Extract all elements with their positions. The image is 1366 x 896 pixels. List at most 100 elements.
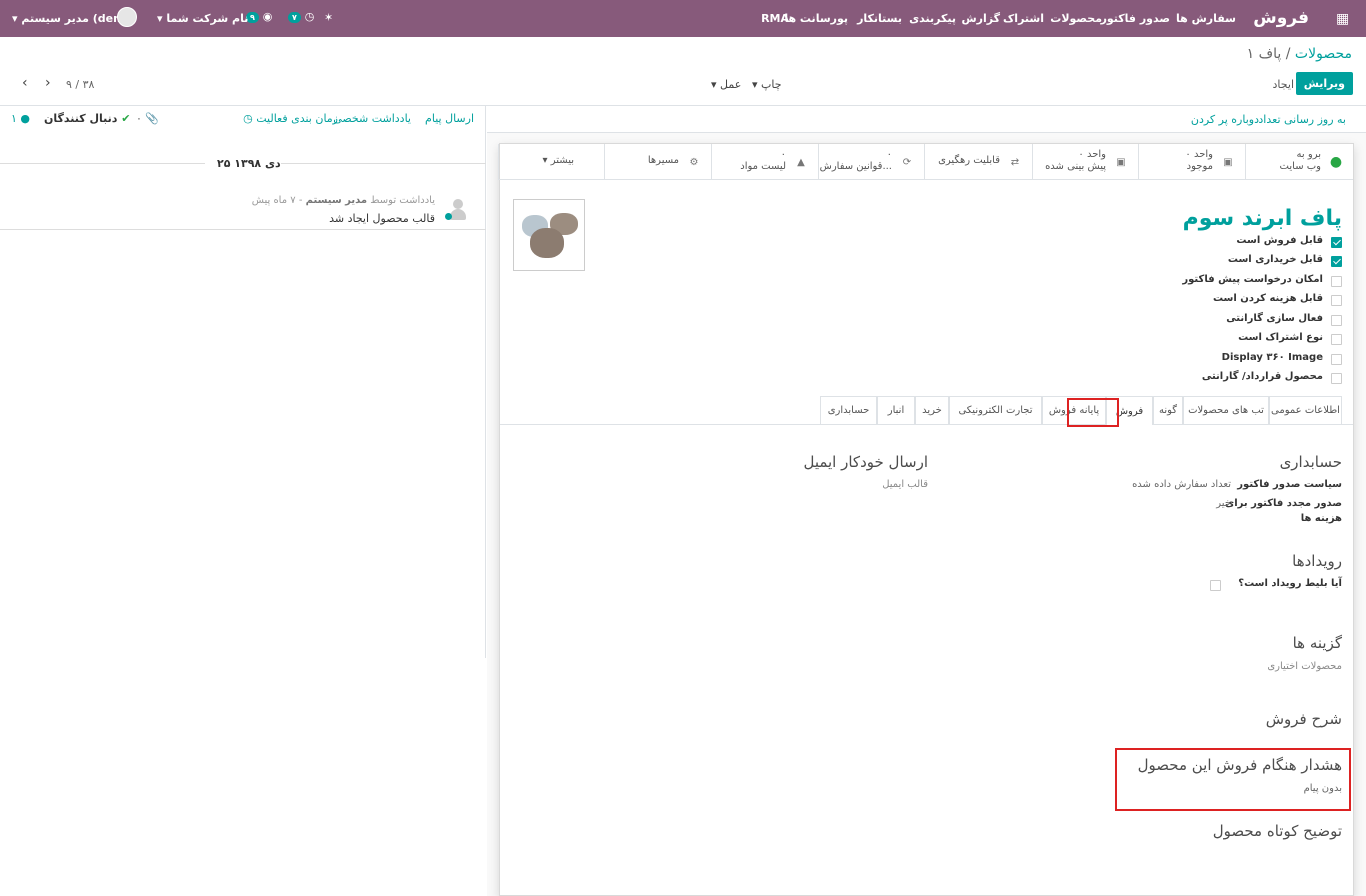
message-time: - ۷ ماه پیش — [251, 195, 303, 206]
menu-invoicing[interactable]: صدور فاکتور — [1101, 12, 1170, 25]
invoice-policy-value[interactable]: تعداد سفارش داده شده — [1132, 479, 1231, 490]
breadcrumb-separator: / — [1285, 46, 1291, 62]
subscription-checkbox[interactable] — [1331, 334, 1342, 345]
send-message-button[interactable]: ارسال پیام — [425, 112, 474, 125]
product-name[interactable]: پاف ابرند سوم — [1183, 206, 1342, 231]
menu-subscription[interactable]: اشتراک — [1003, 12, 1044, 25]
clock-icon: ◷ — [304, 10, 315, 23]
pager-prev-icon[interactable]: ‹ — [22, 75, 28, 91]
website-line2: وب سایت — [1279, 161, 1321, 172]
traceability-label: قابلیت رهگیری — [938, 155, 1000, 166]
accounting-section-title: حسابداری — [1279, 453, 1342, 471]
onhand-label: موجود — [1186, 161, 1213, 172]
log-note-button[interactable]: یادداشت شخصی — [333, 112, 411, 125]
action-label: عمل — [720, 78, 742, 91]
update-qty-button[interactable]: به روز رسانی تعداد — [1258, 113, 1346, 126]
cubes-icon: ▣ — [1223, 156, 1233, 168]
tab-ecommerce[interactable]: تجارت الکترونیکی — [949, 396, 1042, 424]
warranty-checkbox[interactable] — [1331, 315, 1342, 326]
debug-icon[interactable]: ✶ — [324, 11, 333, 24]
reinvoice-value[interactable]: خیر — [1216, 498, 1231, 509]
bom-smart-button[interactable]: ▲ ۰ لیست مواد — [711, 144, 818, 180]
message-body: قالب محصول ایجاد شد — [329, 212, 435, 225]
notebook-tabs: اطلاعات عمومی تب های محصولات گونه فروش پ… — [500, 396, 1353, 425]
event-ticket-checkbox[interactable] — [1210, 580, 1221, 591]
messages-menu[interactable]: ۹ ◉ — [246, 10, 272, 23]
edit-button[interactable]: ویرایش — [1295, 72, 1353, 95]
activity-count-badge: ۷ — [288, 12, 301, 23]
attachments-button[interactable]: ۰ 📎 — [136, 112, 159, 125]
forecast-smart-button[interactable]: ▣ ۰ واحد پیش بینی شده — [1032, 144, 1138, 180]
control-panel: محصولات / پاف ۱ ویرایش ایجاد ▾ چاپ ▾ عمل… — [0, 37, 1366, 106]
company-switcher[interactable]: ▾ نام شرکت شما — [157, 12, 248, 25]
schedule-activity-button[interactable]: ◷ زمان بندی فعالیت — [243, 112, 338, 125]
breadcrumb: محصولات / پاف ۱ — [1247, 46, 1352, 62]
sale-ok-checkbox[interactable] — [1331, 237, 1342, 248]
apps-menu-icon[interactable]: ▦ — [1336, 11, 1349, 27]
pager-next-icon[interactable]: › — [45, 75, 51, 91]
traceability-smart-button[interactable]: ⇄ قابلیت رهگیری — [924, 144, 1032, 180]
action-dropdown[interactable]: ▾ عمل — [711, 78, 741, 91]
tab-variants[interactable]: گونه — [1153, 396, 1183, 424]
breadcrumb-parent[interactable]: محصولات — [1295, 46, 1352, 62]
bom-count: ۰ — [780, 149, 786, 160]
product-image[interactable] — [513, 199, 585, 271]
website-line1: برو به — [1296, 149, 1321, 160]
expense-label: قابل هزینه کردن است — [1212, 293, 1323, 304]
rules-count: ۰ — [886, 149, 892, 160]
website-smart-button[interactable]: ● برو به وب سایت — [1245, 144, 1353, 180]
cubes-icon: ▣ — [1116, 156, 1126, 168]
event-ticket-label: آیا بلیط رویداد است؟ — [1238, 578, 1342, 589]
date-separator: ۲۵ دی ۱۳۹۸ — [217, 157, 281, 170]
purchase-ok-checkbox[interactable] — [1331, 256, 1342, 267]
tab-purchase[interactable]: خرید — [915, 396, 949, 424]
menu-configuration[interactable]: پیکربندی — [909, 12, 956, 25]
avatar[interactable] — [117, 7, 137, 27]
routes-smart-button[interactable]: ⚙ مسیرها — [604, 144, 711, 180]
menu-rma[interactable]: RMA — [761, 12, 789, 25]
reinvoice-label: صدور مجدد فاکتور برای — [1225, 498, 1342, 509]
message-avatar — [445, 199, 467, 221]
chatter-panel: ارسال پیام یادداشت شخصی ◷ زمان بندی فعال… — [0, 106, 486, 658]
menu-commission[interactable]: پورسانت ها — [784, 12, 848, 25]
tab-accounting[interactable]: حسابداری — [820, 396, 877, 424]
rfq-checkbox[interactable] — [1331, 276, 1342, 287]
app-title[interactable]: فروش — [1253, 8, 1309, 28]
replenish-button[interactable]: دوباره پر کردن — [1191, 113, 1259, 126]
status-bar: به روز رسانی تعداد دوباره پر کردن — [487, 106, 1366, 133]
tab-inventory[interactable]: انبار — [877, 396, 915, 424]
more-smart-button[interactable]: ▾ بیشتر — [498, 144, 604, 180]
followers-button[interactable]: ۱ ● — [11, 112, 30, 125]
optional-products-placeholder[interactable]: محصولات اختیاری — [1267, 661, 1342, 672]
forecast-label: پیش بینی شده — [1045, 161, 1106, 172]
expense-checkbox[interactable] — [1331, 295, 1342, 306]
company-name: نام شرکت شما — [166, 12, 249, 25]
print-dropdown[interactable]: ▾ چاپ — [752, 78, 782, 91]
sale-ok-label: قابل فروش است — [1236, 235, 1323, 246]
tab-product-tabs[interactable]: تب های محصولات — [1183, 396, 1269, 424]
contract-warranty-checkbox[interactable] — [1331, 373, 1342, 384]
exchange-icon: ⇄ — [1010, 156, 1020, 168]
breadcrumb-current: پاف ۱ — [1246, 46, 1282, 62]
menu-credit[interactable]: بستانکار — [857, 12, 902, 25]
menu-products[interactable]: محصولات — [1050, 12, 1102, 25]
highlight-sale-warning — [1115, 748, 1351, 811]
menu-orders[interactable]: سفارش ها — [1176, 12, 1236, 25]
refresh-icon: ⟳ — [902, 156, 912, 168]
reorder-rules-smart-button[interactable]: ⟳ ۰ قوانین سفارش... — [818, 144, 924, 180]
follow-button[interactable]: دنبال کنندگان ✔ — [44, 112, 130, 125]
online-status-icon — [445, 213, 452, 220]
pager-value[interactable]: ۹ / ۳۸ — [66, 78, 94, 91]
menu-reporting[interactable]: گزارش — [961, 12, 1000, 25]
clock-icon: ◷ — [243, 112, 253, 125]
display-360-checkbox[interactable] — [1331, 354, 1342, 365]
print-label: چاپ — [761, 78, 782, 91]
message-header: یادداشت توسط مدیر سیستم - ۷ ماه پیش — [252, 195, 435, 206]
bom-label: لیست مواد — [740, 161, 786, 172]
onhand-smart-button[interactable]: ▣ ۰ واحد موجود — [1138, 144, 1245, 180]
tab-general-info[interactable]: اطلاعات عمومی — [1269, 396, 1342, 424]
form-sheet: ● برو به وب سایت ▣ ۰ واحد موجود ▣ ۰ واحد پی… — [498, 143, 1354, 896]
message-author[interactable]: مدیر سیستم — [306, 195, 367, 206]
create-button[interactable]: ایجاد — [1273, 78, 1294, 91]
activity-menu[interactable]: ۷ ◷ — [288, 10, 314, 23]
